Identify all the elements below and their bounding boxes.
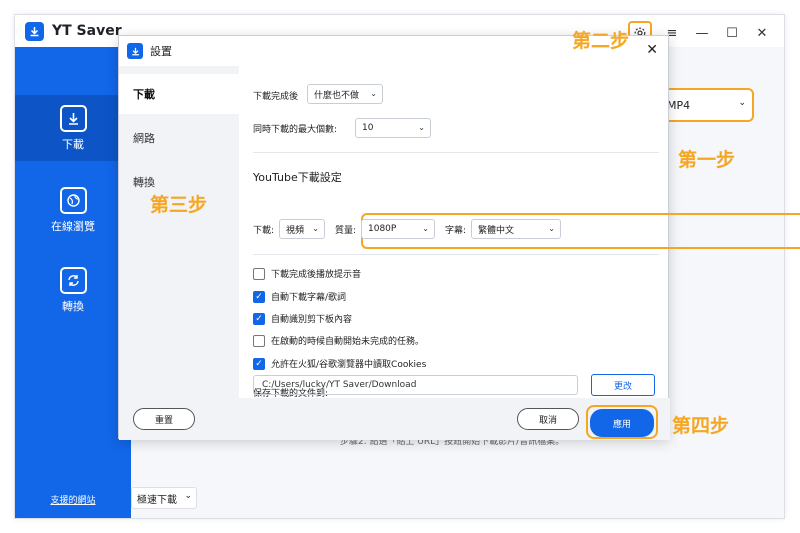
max-downloads-label: 同時下載的最大個數:	[253, 125, 338, 135]
apply-button[interactable]: 應用	[590, 409, 654, 437]
divider	[253, 254, 659, 255]
close-dialog-icon[interactable]: ✕	[646, 42, 658, 58]
check-label: 允許在火狐/谷歌瀏覽器中讀取Cookies	[271, 360, 427, 370]
maximize-icon[interactable]: ☐	[722, 23, 742, 43]
check-label: 下載完成後播放提示音	[271, 270, 362, 280]
after-complete-select[interactable]: 什麼也不做 ⌄	[307, 84, 383, 104]
dialog-title: 設置	[150, 45, 172, 58]
divider	[253, 152, 659, 153]
sidebar: 下載 在線瀏覽 轉換 支援的網站	[15, 47, 131, 518]
annotation-step1: 第一步	[678, 149, 736, 171]
check-resume-tasks[interactable]: 在啟動的時候自動開始未完成的任務。	[253, 334, 424, 347]
youtube-settings-title: YouTube下載設定	[253, 171, 342, 184]
annotation-step3: 第三步	[150, 194, 208, 216]
download-type-value: 視頻	[286, 225, 305, 236]
download-type-label: 下載:	[253, 226, 275, 236]
annotation-step2: 第二步	[572, 30, 630, 52]
check-cookies[interactable]: ✓ 允許在火狐/谷歌瀏覽器中讀取Cookies	[253, 357, 426, 370]
checkbox-checked-icon[interactable]: ✓	[253, 312, 265, 325]
check-auto-subtitles[interactable]: ✓ 自動下載字幕/歌詞	[253, 290, 346, 303]
tab-network[interactable]: 網路	[119, 118, 239, 158]
chevron-down-icon: ⌄	[418, 123, 425, 132]
chevron-down-icon: ⌄	[370, 89, 377, 98]
check-play-sound[interactable]: 下載完成後播放提示音	[253, 267, 361, 280]
settings-dialog: 設置 ✕ 下載 網路 轉換 下載完成後 什麼也不做 ⌄ 同時下載的最大個數: 1…	[118, 35, 800, 440]
app-title: YT Saver	[52, 23, 122, 39]
chevron-down-icon: ⌄	[184, 491, 192, 501]
app-logo-icon	[25, 21, 44, 41]
supported-sites-link[interactable]: 支援的網站	[15, 493, 131, 506]
format-value: MP4	[667, 98, 691, 112]
checkbox-checked-icon[interactable]: ✓	[253, 357, 265, 370]
format-select[interactable]: MP4 ⌄	[658, 88, 754, 122]
download-type-select[interactable]: 視頻 ⌄	[279, 219, 325, 239]
check-label: 在啟動的時候自動開始未完成的任務。	[271, 337, 425, 347]
app-logo-icon	[127, 43, 143, 59]
sidebar-item-label: 轉換	[62, 299, 84, 313]
chevron-down-icon: ⌄	[738, 98, 746, 108]
sidebar-item-download[interactable]: 下載	[15, 95, 131, 161]
checkbox-icon[interactable]	[253, 334, 265, 347]
annotation-step4: 第四步	[672, 415, 730, 437]
after-complete-label: 下載完成後	[253, 92, 299, 102]
checkbox-icon[interactable]	[253, 267, 265, 280]
max-downloads-select[interactable]: 10 ⌄	[355, 118, 431, 138]
sidebar-item-label: 在線瀏覽	[51, 219, 95, 233]
quality-label: 質量:	[335, 226, 357, 236]
chevron-down-icon: ⌄	[312, 224, 319, 233]
speed-select[interactable]: 極速下載 ⌄	[131, 487, 197, 509]
close-window-icon[interactable]: ✕	[752, 23, 772, 43]
globe-icon	[59, 186, 87, 214]
settings-nav: 下載 網路 轉換	[119, 66, 239, 398]
convert-icon	[59, 266, 87, 294]
download-icon	[59, 104, 87, 132]
quality-value: 1080P	[368, 224, 397, 234]
check-clipboard[interactable]: ✓ 自動識別剪下板內容	[253, 312, 352, 325]
save-path-value: C:/Users/lucky/YT Saver/Download	[262, 380, 417, 390]
chevron-down-icon: ⌄	[548, 224, 555, 233]
check-label: 自動下載字幕/歌詞	[271, 293, 347, 303]
checkbox-checked-icon[interactable]: ✓	[253, 290, 265, 303]
settings-content: 下載完成後 什麼也不做 ⌄ 同時下載的最大個數: 10 ⌄ YouTube下載設…	[239, 66, 800, 399]
subtitle-value: 繁體中文	[478, 225, 515, 236]
after-complete-value: 什麼也不做	[314, 90, 360, 101]
change-path-button[interactable]: 更改	[591, 374, 655, 396]
cancel-button[interactable]: 取消	[517, 408, 579, 430]
subtitle-select[interactable]: 繁體中文 ⌄	[471, 219, 561, 239]
quality-select[interactable]: 1080P ⌄	[361, 219, 435, 239]
check-label: 自動識別剪下板內容	[271, 315, 353, 325]
speed-value: 極速下載	[137, 494, 177, 506]
subtitle-label: 字幕:	[445, 226, 467, 236]
sidebar-item-convert[interactable]: 轉換	[15, 257, 131, 323]
chevron-down-icon: ⌄	[422, 224, 429, 233]
save-path-input[interactable]: C:/Users/lucky/YT Saver/Download	[253, 375, 578, 395]
sidebar-item-label: 下載	[62, 137, 84, 151]
minimize-icon[interactable]: —	[692, 23, 712, 43]
sidebar-item-browser[interactable]: 在線瀏覽	[15, 177, 131, 243]
max-downloads-value: 10	[362, 123, 374, 133]
tab-download[interactable]: 下載	[119, 74, 239, 114]
reset-button[interactable]: 重置	[133, 408, 195, 430]
